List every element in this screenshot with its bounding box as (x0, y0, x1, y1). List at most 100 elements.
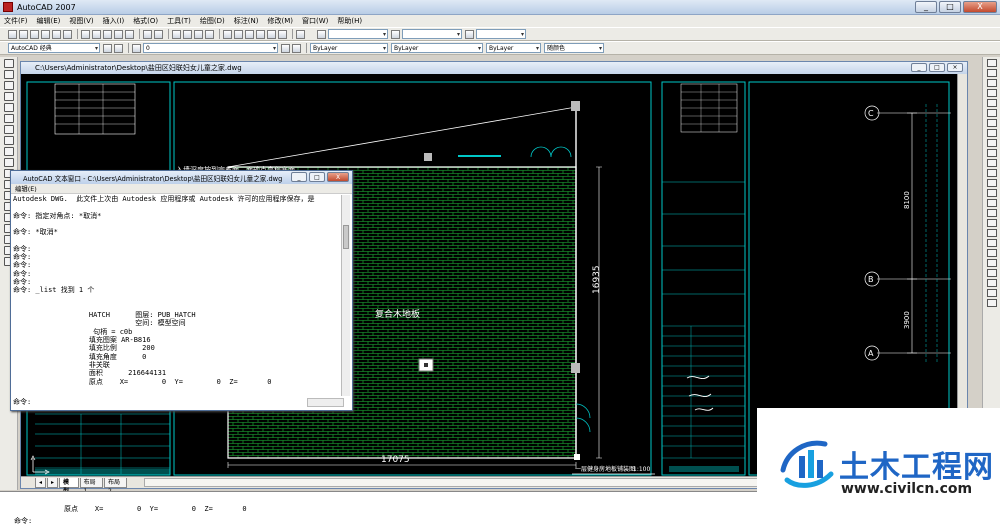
mirror-icon[interactable] (987, 79, 997, 87)
menu-window[interactable]: 窗口(W) (302, 16, 328, 26)
drawing-restore-button[interactable]: □ (929, 63, 945, 72)
arc-icon[interactable] (4, 114, 14, 123)
explode-icon[interactable] (987, 219, 997, 227)
chamfer-icon[interactable] (987, 199, 997, 207)
trim-icon[interactable] (987, 149, 997, 157)
text-style-icon[interactable] (317, 29, 326, 39)
snap-tangent-icon[interactable] (987, 279, 997, 287)
move-icon[interactable] (987, 109, 997, 117)
pan-icon[interactable] (172, 29, 181, 39)
text-window-menu-edit[interactable]: 编辑(E) (11, 184, 352, 194)
snap-nearest-icon[interactable] (987, 299, 997, 307)
dim-style-icon[interactable] (391, 29, 400, 39)
zoom-realtime-icon[interactable] (183, 29, 192, 39)
rectangle-icon[interactable] (4, 103, 14, 112)
layer-manager-icon[interactable] (132, 43, 141, 53)
array-icon[interactable] (987, 99, 997, 107)
circle-icon[interactable] (4, 125, 14, 134)
workspace-save-icon[interactable] (114, 43, 123, 53)
autocad-app-icon[interactable] (3, 2, 13, 12)
table-style-icon[interactable] (465, 29, 474, 39)
save-icon[interactable] (30, 29, 39, 39)
ellipse-icon[interactable] (4, 158, 14, 167)
make-current-layer-icon[interactable] (281, 43, 290, 53)
join-icon[interactable] (987, 189, 997, 197)
paste-icon[interactable] (103, 29, 112, 39)
erase-icon[interactable] (987, 59, 997, 67)
snap-endpoint-icon[interactable] (987, 229, 997, 237)
open-file-icon[interactable] (19, 29, 28, 39)
command-prompt[interactable]: 命令: (14, 516, 32, 524)
menu-insert[interactable]: 插入(I) (103, 16, 125, 26)
tool-palettes-icon[interactable] (245, 29, 254, 39)
text-style-combo[interactable] (328, 29, 388, 39)
break-icon[interactable] (987, 179, 997, 187)
print-icon[interactable] (41, 29, 50, 39)
table-style-combo[interactable] (476, 29, 526, 39)
snap-quadrant-icon[interactable] (987, 269, 997, 277)
fillet-icon[interactable] (987, 209, 997, 217)
block-editor-icon[interactable] (125, 29, 134, 39)
layer-combo[interactable]: 0 (143, 43, 278, 53)
text-window-maximize-button[interactable]: □ (309, 172, 325, 182)
copy-object-icon[interactable] (987, 69, 997, 77)
minimize-button[interactable]: _ (915, 1, 937, 13)
drawing-close-button[interactable]: × (947, 63, 963, 72)
snap-intersection-icon[interactable] (987, 249, 997, 257)
polyline-icon[interactable] (4, 81, 14, 90)
stretch-icon[interactable] (987, 139, 997, 147)
scale-icon[interactable] (987, 129, 997, 137)
menu-modify[interactable]: 修改(M) (267, 16, 293, 26)
scroll-thumb[interactable] (343, 225, 349, 249)
help-icon[interactable] (296, 29, 305, 39)
offset-icon[interactable] (987, 89, 997, 97)
workspace-combo[interactable]: AutoCAD 经典 (8, 43, 100, 53)
publish-icon[interactable] (63, 29, 72, 39)
menu-format[interactable]: 格式(O) (133, 16, 158, 26)
menu-edit[interactable]: 编辑(E) (37, 16, 61, 26)
maximize-button[interactable]: □ (939, 1, 961, 13)
copy-icon[interactable] (92, 29, 101, 39)
plotstyle-combo[interactable]: 随颜色 (544, 43, 604, 53)
workspace-settings-icon[interactable] (103, 43, 112, 53)
rotate-icon[interactable] (987, 119, 997, 127)
menu-help[interactable]: 帮助(H) (337, 16, 362, 26)
tab-model[interactable]: 模型 (59, 477, 79, 495)
snap-center-icon[interactable] (987, 259, 997, 267)
text-window-minimize-button[interactable]: _ (291, 172, 307, 182)
markup-icon[interactable] (267, 29, 276, 39)
dim-style-combo[interactable] (402, 29, 462, 39)
menu-dimension[interactable]: 标注(N) (234, 16, 259, 26)
break-at-point-icon[interactable] (987, 169, 997, 177)
spline-icon[interactable] (4, 147, 14, 156)
revision-cloud-icon[interactable] (4, 136, 14, 145)
tab-nav-next[interactable]: ▸ (47, 477, 59, 488)
snap-midpoint-icon[interactable] (987, 239, 997, 247)
properties-icon[interactable] (223, 29, 232, 39)
tab-layout1[interactable]: 布局1 (79, 477, 103, 495)
quickcalc-icon[interactable] (278, 29, 287, 39)
menu-file[interactable]: 文件(F) (4, 16, 28, 26)
redo-icon[interactable] (154, 29, 163, 39)
match-properties-icon[interactable] (114, 29, 123, 39)
menu-draw[interactable]: 绘图(D) (200, 16, 225, 26)
layer-previous-icon[interactable] (292, 43, 301, 53)
drawing-minimize-button[interactable]: _ (911, 63, 927, 72)
menu-tools[interactable]: 工具(T) (167, 16, 191, 26)
text-window-close-button[interactable]: X (327, 172, 349, 182)
lineweight-combo[interactable]: ByLayer (486, 43, 541, 53)
tab-layout2[interactable]: 布局2 (103, 477, 128, 495)
close-button[interactable]: X (963, 1, 997, 13)
polygon-icon[interactable] (4, 92, 14, 101)
zoom-previous-icon[interactable] (205, 29, 214, 39)
menu-view[interactable]: 视图(V) (69, 16, 93, 26)
text-window-scrollbar[interactable] (341, 195, 350, 396)
sheet-set-icon[interactable] (256, 29, 265, 39)
construction-line-icon[interactable] (4, 70, 14, 79)
tab-nav-first[interactable]: ◂ (35, 477, 47, 488)
undo-icon[interactable] (143, 29, 152, 39)
color-combo[interactable]: ByLayer (310, 43, 388, 53)
design-center-icon[interactable] (234, 29, 243, 39)
linetype-combo[interactable]: ByLayer (391, 43, 483, 53)
print-preview-icon[interactable] (52, 29, 61, 39)
